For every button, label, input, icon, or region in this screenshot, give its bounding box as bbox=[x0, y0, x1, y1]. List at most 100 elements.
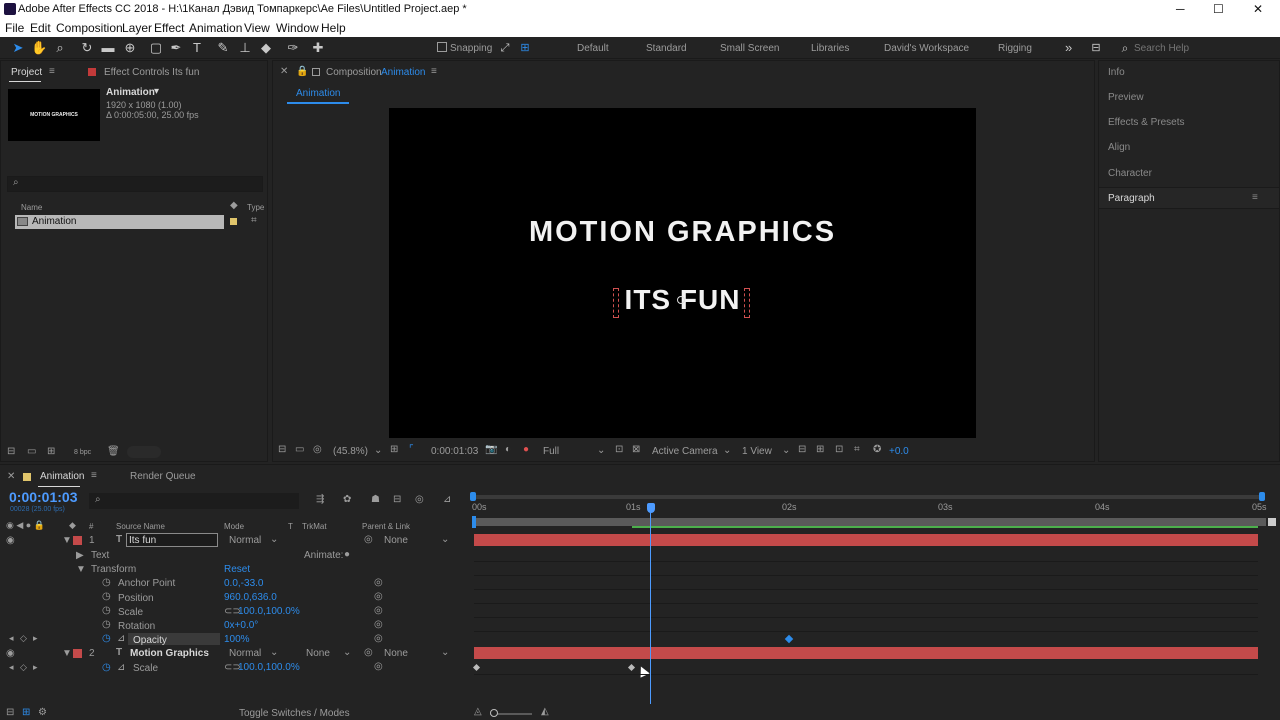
opacity-pickwhip-icon[interactable]: ◎ bbox=[374, 633, 383, 644]
always-preview-icon[interactable]: ⊟ bbox=[278, 444, 286, 455]
panel-info[interactable]: Info bbox=[1108, 67, 1125, 78]
layer2-scale-pickwhip-icon[interactable]: ◎ bbox=[374, 661, 383, 672]
tab-timeline-animation[interactable]: Animation bbox=[40, 471, 84, 482]
puppet-pin-tool-icon[interactable]: ✚ bbox=[310, 40, 326, 56]
sync-settings-icon[interactable]: ⊟ bbox=[1088, 40, 1104, 56]
channel-rgb-icon[interactable]: ● bbox=[523, 444, 529, 455]
prop-scale-value[interactable]: 100.0,100.0% bbox=[238, 606, 300, 617]
layer2-parent[interactable]: None bbox=[384, 648, 408, 659]
prop-opacity-value[interactable]: 100% bbox=[224, 634, 250, 645]
rectangle-tool-icon[interactable]: ▢ bbox=[148, 40, 164, 56]
navigator-start-handle[interactable] bbox=[470, 492, 476, 501]
zoom-slider-thumb[interactable] bbox=[490, 709, 498, 717]
text-twirl-icon[interactable]: ▶ bbox=[76, 550, 84, 561]
next-keyframe-icon[interactable]: ▸ bbox=[33, 662, 38, 673]
timeline-search-field[interactable] bbox=[89, 493, 299, 509]
toggle-pixel-aspect-icon[interactable]: ⊟ bbox=[798, 444, 806, 455]
menu-help[interactable]: Help bbox=[321, 21, 346, 35]
menu-composition[interactable]: Composition bbox=[56, 21, 123, 35]
rotation-pickwhip-icon[interactable]: ◎ bbox=[374, 619, 383, 630]
prop-anchor-point-value[interactable]: 0.0,-33.0 bbox=[224, 578, 263, 589]
prop-position-value[interactable]: 960.0,636.0 bbox=[224, 592, 277, 603]
layer1-parent-chevron-icon[interactable]: ⌄ bbox=[441, 534, 449, 545]
panel-effects-presets[interactable]: Effects & Presets bbox=[1108, 117, 1185, 128]
timeline-icon[interactable]: ⊡ bbox=[835, 444, 843, 455]
stopwatch-icon[interactable]: ◷ bbox=[102, 591, 111, 602]
layer2-visibility-icon[interactable]: ◉ bbox=[6, 648, 15, 659]
layer2-parent-chevron-icon[interactable]: ⌄ bbox=[441, 647, 449, 658]
in-out-icon[interactable]: ⚙ bbox=[38, 707, 47, 718]
prev-keyframe-icon[interactable]: ◂ bbox=[9, 662, 14, 673]
toggle-switches-modes[interactable]: Toggle Switches / Modes bbox=[239, 708, 350, 719]
maximize-button[interactable]: ☐ bbox=[1213, 2, 1224, 16]
menu-animation[interactable]: Animation bbox=[189, 21, 242, 35]
time-navigator[interactable] bbox=[472, 495, 1264, 499]
stopwatch-icon[interactable]: ◷ bbox=[102, 577, 111, 588]
layer1-text-group[interactable]: Text bbox=[91, 550, 109, 561]
col-parent[interactable]: Parent & Link bbox=[362, 522, 410, 531]
anchor-pickwhip-icon[interactable]: ◎ bbox=[374, 577, 383, 588]
scale-keyframe-2[interactable] bbox=[627, 663, 636, 672]
col-source-name[interactable]: Source Name bbox=[116, 522, 165, 531]
reset-exposure-icon[interactable]: ✪ bbox=[873, 444, 881, 455]
hand-tool-icon[interactable]: ✋ bbox=[31, 40, 47, 56]
stopwatch-active-icon[interactable]: ◷ bbox=[102, 633, 111, 644]
layer1-duration-bar[interactable] bbox=[474, 534, 1258, 546]
panel-align[interactable]: Align bbox=[1108, 142, 1130, 153]
show-snapshot-icon[interactable]: ◐ bbox=[505, 444, 511, 455]
stopwatch-icon[interactable]: ◷ bbox=[102, 619, 111, 630]
layer1-mode-chevron-icon[interactable]: ⌄ bbox=[270, 534, 278, 545]
bpc-label[interactable]: 8 bpc bbox=[74, 449, 91, 456]
layer2-mode[interactable]: Normal bbox=[229, 648, 261, 659]
tab-project[interactable]: Project bbox=[11, 67, 42, 78]
view-layout-dropdown[interactable]: 1 View bbox=[742, 446, 772, 457]
zoom-out-icon[interactable]: ◬ bbox=[474, 706, 482, 717]
comp-dropdown-icon[interactable]: ▾ bbox=[154, 86, 159, 97]
col-t[interactable]: T bbox=[288, 522, 293, 531]
workspace-libraries[interactable]: Libraries bbox=[811, 43, 849, 54]
zoom-in-icon[interactable]: ◭ bbox=[541, 706, 549, 717]
layer1-visibility-icon[interactable]: ◉ bbox=[6, 535, 15, 546]
selection-handle-right[interactable] bbox=[744, 288, 750, 318]
layer2-duration-bar[interactable] bbox=[474, 647, 1258, 659]
delete-icon[interactable]: 🗑 bbox=[107, 446, 120, 457]
layer1-parent[interactable]: None bbox=[384, 535, 408, 546]
layer2-pickwhip-icon[interactable]: ◎ bbox=[364, 647, 373, 658]
next-keyframe-icon[interactable]: ▸ bbox=[33, 633, 38, 644]
layer2-twirl-icon[interactable]: ▼ bbox=[62, 648, 72, 659]
work-area-end-handle[interactable] bbox=[1268, 518, 1276, 526]
timeline-menu-icon[interactable]: ≡ bbox=[91, 470, 97, 481]
snapping-checkbox[interactable] bbox=[437, 42, 447, 52]
panel-menu-icon[interactable]: ≡ bbox=[431, 66, 437, 77]
transform-twirl-icon[interactable]: ▼ bbox=[76, 564, 86, 575]
viewer-canvas[interactable]: MOTION GRAPHICS ITS FUN bbox=[389, 108, 976, 438]
panel-character[interactable]: Character bbox=[1108, 168, 1152, 179]
prev-keyframe-icon[interactable]: ◂ bbox=[9, 633, 14, 644]
comp-subtab[interactable]: Animation bbox=[296, 88, 340, 99]
col-name[interactable]: Name bbox=[21, 203, 42, 212]
layer-switches-icon[interactable]: ⊟ bbox=[6, 707, 14, 718]
menu-window[interactable]: Window bbox=[276, 21, 319, 35]
shy-layers-icon[interactable]: ☗ bbox=[371, 494, 380, 505]
pen-tool-icon[interactable]: ✒ bbox=[168, 40, 184, 56]
eraser-tool-icon[interactable]: ◆ bbox=[258, 40, 274, 56]
graph-icon[interactable]: ⊿ bbox=[117, 633, 125, 644]
zoom-dropdown[interactable]: (45.8%) bbox=[333, 446, 368, 457]
monitor-icon[interactable]: ▭ bbox=[295, 444, 304, 455]
workspace-default[interactable]: Default bbox=[577, 43, 609, 54]
timecode-display[interactable]: 0:00:01:03 bbox=[9, 489, 78, 505]
layer1-transform-group[interactable]: Transform bbox=[91, 564, 136, 575]
camera-dropdown[interactable]: Active Camera bbox=[652, 446, 718, 457]
project-search-field[interactable] bbox=[7, 176, 263, 192]
stopwatch-active-icon[interactable]: ◷ bbox=[102, 662, 111, 673]
anchor-point-icon[interactable] bbox=[677, 296, 685, 304]
workspace-davids[interactable]: David's Workspace bbox=[884, 43, 969, 54]
transparency-grid-icon[interactable]: ⊠ bbox=[632, 444, 640, 455]
resolution-dropdown[interactable]: Full bbox=[543, 446, 559, 457]
snapshot-camera-icon[interactable]: 📷 bbox=[485, 444, 497, 455]
exposure-value[interactable]: +0.0 bbox=[889, 446, 909, 457]
transfer-controls-icon[interactable]: ⊞ bbox=[22, 707, 30, 718]
selection-handle-left[interactable] bbox=[613, 288, 619, 318]
tab-composition-animation[interactable]: Animation bbox=[381, 67, 425, 78]
mask-visibility-icon[interactable]: ◎ bbox=[313, 444, 322, 455]
